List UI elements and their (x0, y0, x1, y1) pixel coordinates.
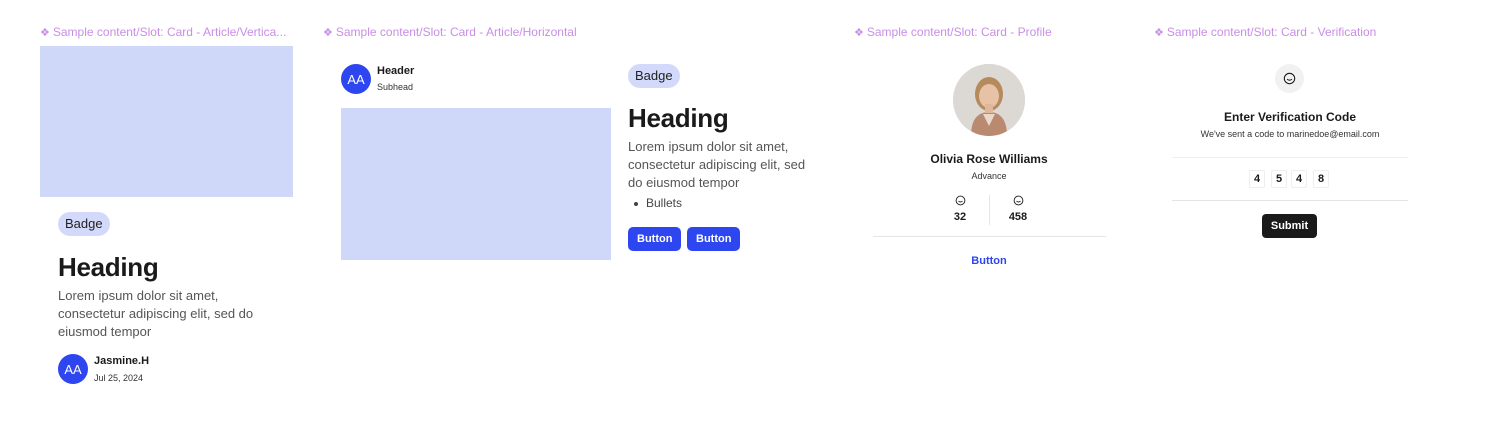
component-diamond-icon: ❖ (323, 27, 333, 39)
primary-button-1[interactable]: Button (628, 227, 682, 251)
stat-value: 32 (953, 211, 967, 223)
profile-name: Olivia Rose Williams (930, 152, 1048, 166)
profile-text-button[interactable]: Button (873, 255, 1105, 267)
profile-stat-1: 32 (940, 195, 980, 223)
verification-subtitle: We've sent a code to marinedoe@email.com (1200, 129, 1380, 139)
card-header: Header (377, 65, 415, 77)
smile-icon (1283, 72, 1296, 85)
article-image-placeholder (341, 108, 611, 260)
slot-label-verification: ❖ Sample content/Slot: Card - Verificatio… (1154, 25, 1377, 39)
bullet-dot-icon (634, 201, 638, 206)
author-name: Jasmine.H (94, 355, 150, 367)
stat-value: 458 (1008, 211, 1028, 223)
profile-level: Advance (971, 171, 1007, 181)
article-badge: Badge (628, 64, 680, 88)
stat-divider (989, 195, 990, 225)
card-subhead: Subhead (377, 82, 414, 92)
primary-button-2[interactable]: Button (687, 227, 741, 251)
slot-label-profile: ❖ Sample content/Slot: Card - Profile (854, 25, 1052, 39)
smile-icon (1013, 195, 1023, 206)
profile-photo (953, 64, 1025, 136)
bullet-list: Bullets (634, 196, 682, 210)
divider (1172, 200, 1408, 201)
article-body: Lorem ipsum dolor sit amet, consectetur … (628, 139, 806, 190)
slot-label-vertical: ❖ Sample content/Slot: Card - Article/Ver… (40, 25, 287, 39)
component-diamond-icon: ❖ (854, 27, 864, 39)
bullet-item: Bullets (646, 196, 683, 210)
article-heading: Heading (58, 252, 159, 282)
header-avatar: AA (341, 64, 371, 94)
divider (1172, 157, 1408, 158)
profile-stat-2: 458 (998, 195, 1038, 223)
divider (873, 236, 1106, 237)
verification-icon-badge (1275, 64, 1304, 93)
publish-date: Jul 25, 2024 (94, 373, 144, 383)
author-avatar: AA (58, 354, 88, 384)
article-body: Lorem ipsum dolor sit amet, consectetur … (58, 288, 254, 339)
article-badge: Badge (58, 212, 110, 236)
component-diamond-icon: ❖ (1154, 27, 1164, 39)
code-digit-input[interactable]: 4 (1249, 170, 1265, 188)
code-digit-input[interactable]: 4 (1291, 170, 1307, 188)
component-diamond-icon: ❖ (40, 27, 50, 39)
verification-title: Enter Verification Code (1223, 110, 1357, 124)
slot-label-horizontal: ❖ Sample content/Slot: Card - Article/Hor… (323, 25, 577, 39)
code-digit-input[interactable]: 8 (1313, 170, 1329, 188)
code-digit-input[interactable]: 5 (1271, 170, 1287, 188)
smile-icon (955, 195, 965, 206)
submit-button[interactable]: Submit (1262, 214, 1317, 238)
article-image-placeholder (40, 46, 293, 197)
article-heading: Heading (628, 103, 729, 133)
